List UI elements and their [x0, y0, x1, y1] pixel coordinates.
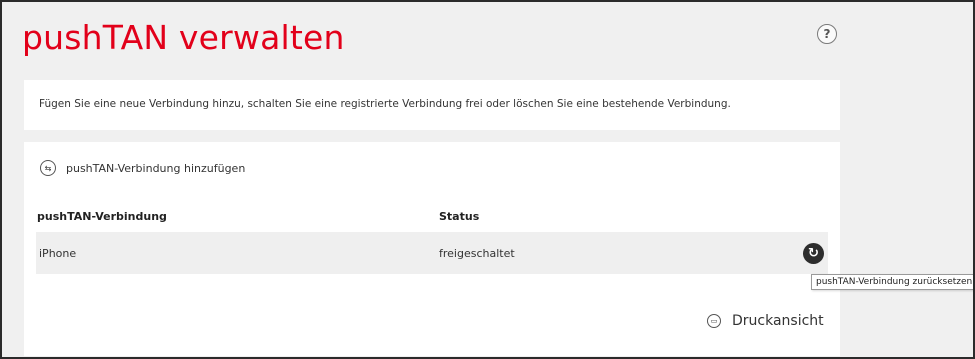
- intro-panel: Fügen Sie eine neue Verbindung hinzu, sc…: [24, 80, 840, 130]
- printer-icon: ▭: [707, 314, 721, 328]
- print-view-link[interactable]: ▭ Druckansicht: [707, 313, 824, 329]
- device-name: iPhone: [39, 247, 77, 260]
- print-view-label: Druckansicht: [732, 313, 824, 329]
- add-connection-label: pushTAN-Verbindung hinzufügen: [66, 161, 246, 175]
- add-connection-link[interactable]: ⇆ pushTAN-Verbindung hinzufügen: [40, 160, 245, 176]
- intro-text: Fügen Sie eine neue Verbindung hinzu, sc…: [39, 98, 731, 110]
- page-title: pushTAN verwalten: [22, 18, 345, 57]
- table-row: iPhone freigeschaltet ↻: [36, 232, 828, 274]
- connection-status: freigeschaltet: [439, 247, 515, 260]
- column-header-status: Status: [439, 210, 480, 223]
- help-icon[interactable]: ?: [817, 24, 837, 44]
- connections-panel: ⇆ pushTAN-Verbindung hinzufügen pushTAN-…: [24, 142, 840, 356]
- reset-icon[interactable]: ↻: [803, 243, 824, 264]
- app-window: pushTAN verwalten ? Fügen Sie eine neue …: [0, 0, 975, 359]
- reset-tooltip: pushTAN-Verbindung zurücksetzen: [811, 274, 973, 290]
- column-header-connection: pushTAN-Verbindung: [37, 210, 167, 223]
- add-connection-icon: ⇆: [40, 160, 56, 176]
